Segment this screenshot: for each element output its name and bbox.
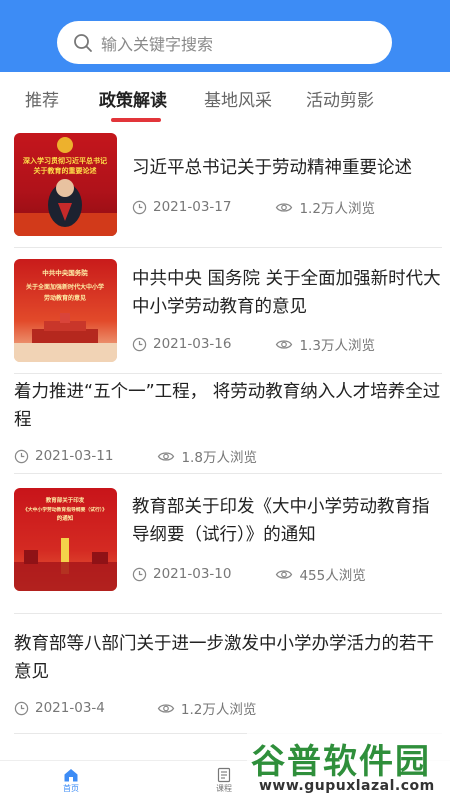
svg-text:关于教育的重要论述: 关于教育的重要论述 bbox=[34, 166, 97, 175]
article-views: 1.2万人浏览 bbox=[299, 201, 375, 217]
active-tab-indicator bbox=[111, 118, 161, 122]
clock-icon bbox=[14, 449, 29, 463]
search-placeholder: 输入关键字搜索 bbox=[101, 34, 214, 54]
article-date: 2021-03-10 bbox=[153, 566, 232, 582]
article-date: 2021-03-16 bbox=[153, 336, 232, 352]
watermark: 谷普软件园 www.gupuxlazal.com bbox=[247, 728, 450, 800]
svg-text:《大中小学劳动教育指导纲要（试行）》: 《大中小学劳动教育指导纲要（试行）》 bbox=[23, 506, 107, 513]
eye-icon bbox=[276, 202, 293, 212]
tab-policy[interactable]: 政策解读 bbox=[99, 86, 167, 111]
clock-icon bbox=[14, 701, 29, 715]
document-icon bbox=[217, 767, 231, 783]
svg-text:劳动教育的意见: 劳动教育的意见 bbox=[44, 294, 86, 302]
tab-recommend[interactable]: 推荐 bbox=[25, 86, 59, 111]
list-item[interactable]: 教育部关于印发 《大中小学劳动教育指导纲要（试行）》 的通知 教育部关于印发《大… bbox=[14, 474, 442, 614]
clock-icon bbox=[132, 200, 147, 214]
article-title: 中共中央 国务院 关于全面加强新时代大中小学劳动教育的意见 bbox=[132, 269, 441, 317]
search-input[interactable]: 输入关键字搜索 bbox=[57, 21, 392, 64]
eye-icon bbox=[276, 569, 293, 579]
search-icon bbox=[74, 33, 92, 52]
article-date: 2021-03-11 bbox=[35, 448, 114, 464]
article-views: 1.8万人浏览 bbox=[181, 450, 257, 466]
watermark-url: www.gupuxlazal.com bbox=[259, 778, 435, 794]
article-views: 455人浏览 bbox=[299, 568, 366, 584]
article-image: 中共中央国务院 关于全面加强新时代大中小学 劳动教育的意见 bbox=[14, 268, 117, 362]
eye-icon bbox=[158, 451, 175, 461]
article-title: 教育部关于印发《大中小学劳动教育指导纲要（试行）》的通知 bbox=[132, 497, 430, 545]
article-title: 教育部等八部门关于进一步激发中小学办学活力的若干意见 bbox=[14, 634, 434, 682]
list-item[interactable]: 教育部等八部门关于进一步激发中小学办学活力的若干意见 2021-03-4 1.2… bbox=[14, 614, 442, 734]
tabbar-home[interactable]: 首页 bbox=[63, 767, 79, 794]
home-icon bbox=[64, 769, 78, 782]
article-title: 习近平总书记关于劳动精神重要论述 bbox=[132, 158, 412, 178]
svg-text:教育部关于印发: 教育部关于印发 bbox=[45, 496, 85, 504]
list-item[interactable]: 深入学习贯彻习近平总书记 关于教育的重要论述 习近平总书记关于劳动精神重要论述 … bbox=[14, 124, 442, 248]
article-meta: 2021-03-4 1.2万人浏览 bbox=[14, 698, 256, 718]
tab-base[interactable]: 基地风采 bbox=[204, 86, 272, 111]
tabbar-home-label: 首页 bbox=[63, 784, 79, 793]
article-views: 1.3万人浏览 bbox=[299, 338, 375, 354]
tab-activity[interactable]: 活动剪影 bbox=[306, 86, 374, 111]
watermark-logo-text: 谷普软件园 bbox=[251, 742, 431, 782]
article-date: 2021-03-17 bbox=[153, 199, 232, 215]
article-meta: 2021-03-16 1.3万人浏览 bbox=[132, 334, 375, 354]
article-thumbnail: 教育部关于印发 《大中小学劳动教育指导纲要（试行）》 的通知 bbox=[14, 488, 117, 591]
article-thumbnail: 中共中央国务院 关于全面加强新时代大中小学 劳动教育的意见 bbox=[14, 259, 117, 362]
svg-text:深入学习贯彻习近平总书记: 深入学习贯彻习近平总书记 bbox=[23, 156, 107, 165]
article-thumbnail: 深入学习贯彻习近平总书记 关于教育的重要论述 bbox=[14, 133, 117, 236]
eye-icon bbox=[276, 339, 293, 349]
article-views: 1.2万人浏览 bbox=[180, 702, 257, 718]
header: 输入关键字搜索 bbox=[0, 0, 450, 72]
article-date: 2021-03-4 bbox=[35, 700, 105, 716]
svg-text:的通知: 的通知 bbox=[57, 514, 74, 522]
list-item[interactable]: 中共中央国务院 关于全面加强新时代大中小学 劳动教育的意见 中共中央 国务院 关… bbox=[14, 248, 442, 374]
svg-text:中共中央国务院: 中共中央国务院 bbox=[42, 268, 88, 277]
clock-icon bbox=[132, 567, 147, 581]
tabbar-course-label: 课程 bbox=[216, 784, 232, 793]
article-meta: 2021-03-11 1.8万人浏览 bbox=[14, 446, 257, 466]
list-item[interactable]: 着力推进“五个一”工程， 将劳动教育纳入人才培养全过程 2021-03-11 1… bbox=[14, 374, 442, 474]
article-image: 深入学习贯彻习近平总书记 关于教育的重要论述 bbox=[14, 137, 117, 236]
article-meta: 2021-03-10 455人浏览 bbox=[132, 564, 366, 584]
article-title: 着力推进“五个一”工程， 将劳动教育纳入人才培养全过程 bbox=[14, 382, 441, 430]
tabbar-course[interactable]: 课程 bbox=[216, 767, 232, 794]
eye-icon bbox=[157, 703, 175, 713]
article-meta: 2021-03-17 1.2万人浏览 bbox=[132, 197, 375, 217]
clock-icon bbox=[132, 337, 147, 351]
svg-text:关于全面加强新时代大中小学: 关于全面加强新时代大中小学 bbox=[26, 283, 104, 291]
category-tabs: 推荐 政策解读 基地风采 活动剪影 bbox=[0, 72, 450, 124]
article-image: 教育部关于印发 《大中小学劳动教育指导纲要（试行）》 的通知 bbox=[14, 496, 117, 591]
